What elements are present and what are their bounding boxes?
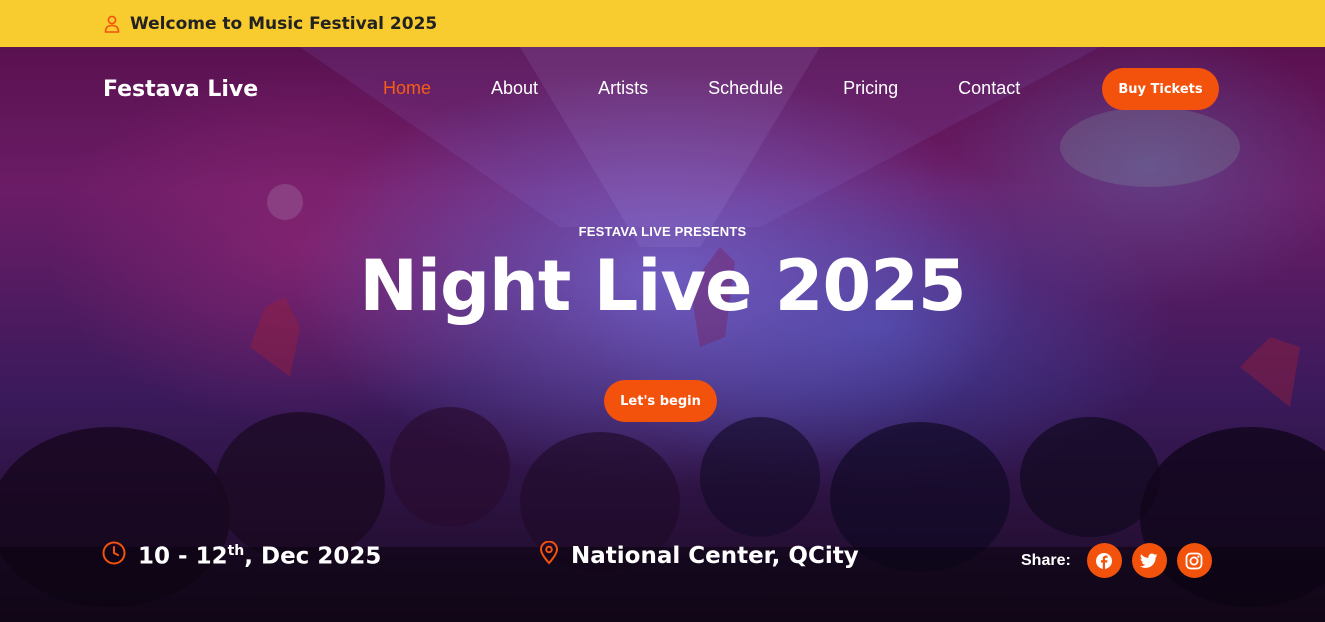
instagram-icon[interactable] (1176, 543, 1212, 578)
location-text: National Center, QCity (571, 543, 859, 569)
nav-home[interactable]: Home (383, 78, 431, 99)
hero-eyebrow: FESTAVA LIVE PRESENTS (578, 224, 747, 239)
lets-begin-button[interactable]: Let's begin (604, 380, 717, 422)
share-bar: Share: (1021, 543, 1222, 578)
nav-schedule[interactable]: Schedule (708, 78, 783, 99)
nav-contact[interactable]: Contact (958, 78, 1020, 99)
brand-logo[interactable]: Festava Live (103, 77, 258, 102)
map-pin-icon (539, 540, 559, 571)
nav-artists[interactable]: Artists (598, 78, 648, 99)
nav-about[interactable]: About (491, 78, 538, 99)
main-nav: Home About Artists Schedule Pricing Cont… (383, 78, 1080, 99)
announcement-bar: Welcome to Music Festival 2025 (0, 0, 1325, 47)
twitter-icon[interactable] (1131, 543, 1167, 578)
user-icon (104, 15, 120, 33)
nav-pricing[interactable]: Pricing (843, 78, 898, 99)
hero-section: Festava Live Home About Artists Schedule… (0, 47, 1325, 622)
share-label: Share: (1021, 551, 1071, 569)
event-date: 10 - 12th, Dec 2025 (102, 541, 381, 571)
event-location: National Center, QCity (539, 540, 859, 571)
welcome-text: Welcome to Music Festival 2025 (130, 13, 438, 34)
date-text: 10 - 12th, Dec 2025 (138, 542, 382, 570)
buy-tickets-button[interactable]: Buy Tickets (1102, 68, 1219, 110)
facebook-icon[interactable] (1086, 543, 1122, 578)
concert-background (0, 47, 1325, 622)
hero-title: Night Live 2025 (359, 245, 966, 327)
clock-icon (102, 541, 126, 571)
